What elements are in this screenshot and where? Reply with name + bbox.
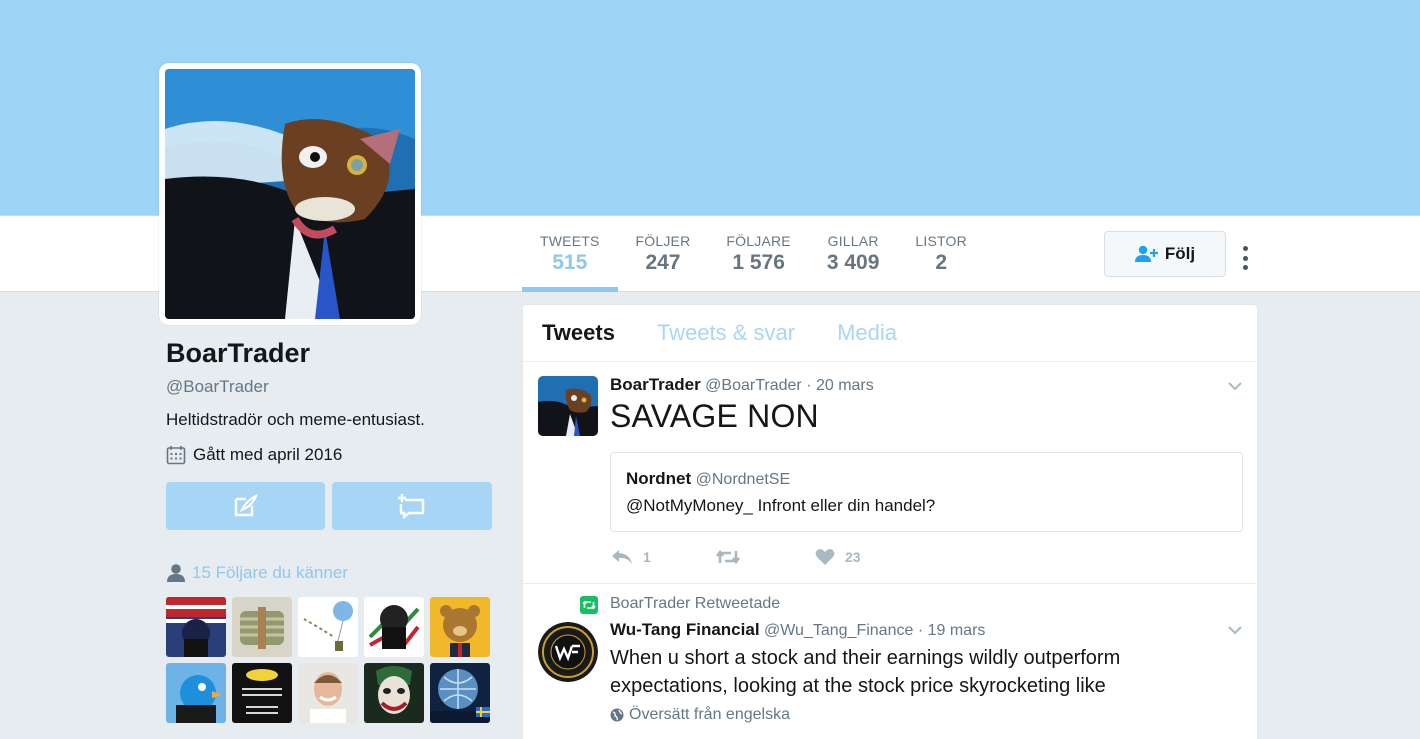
- stat-label: FÖLJARE: [726, 233, 791, 249]
- tweet-text-line: expectations, looking at the stock price…: [610, 675, 1106, 697]
- wu-tang-financial-logo: [538, 622, 598, 682]
- retweet-button[interactable]: [715, 549, 815, 565]
- follow-button[interactable]: Följ: [1104, 231, 1226, 277]
- follower-avatar[interactable]: [298, 663, 358, 723]
- tweet-item[interactable]: BoarTrader Retweetade Wu-Tang Financial …: [523, 584, 1257, 739]
- tweet-author-handle[interactable]: @BoarTrader: [705, 377, 802, 394]
- boar-avatar-thumb: [538, 376, 598, 436]
- follow-label: Följ: [1164, 244, 1196, 263]
- tweet-item[interactable]: BoarTrader @BoarTrader · 20 mars SAVAGE …: [523, 362, 1257, 584]
- stat-value: 515: [552, 251, 588, 274]
- chevron-down-icon[interactable]: [1227, 380, 1243, 392]
- profile-bio: Heltidstradör och meme-entusiast.: [166, 410, 425, 429]
- reply-icon: [612, 550, 632, 564]
- profile-name[interactable]: BoarTrader: [166, 338, 496, 369]
- joined-text: Gått med april 2016: [193, 445, 343, 464]
- tweet-author-handle[interactable]: @Wu_Tang_Finance: [764, 622, 913, 639]
- quoted-text: @NotMyMoney_ Infront eller din handel?: [626, 496, 936, 515]
- tweet-header: BoarTrader @BoarTrader · 20 mars: [610, 375, 1242, 395]
- follower-avatar[interactable]: [430, 597, 490, 657]
- tweet-body: BoarTrader @BoarTrader · 20 mars SAVAGE …: [610, 375, 1242, 435]
- tweet-actions: 1 23: [611, 548, 861, 566]
- tweet-to-button[interactable]: [166, 482, 325, 530]
- tab-tweets-replies[interactable]: Tweets & svar: [657, 320, 795, 346]
- tweet-text: SAVAGE NON: [610, 398, 819, 434]
- timeline: Tweets Tweets & svar Media BoarTrader @B…: [522, 304, 1258, 739]
- follower-avatar[interactable]: [166, 597, 226, 657]
- direct-message-icon: [398, 494, 425, 519]
- follower-avatar[interactable]: [232, 597, 292, 657]
- tweet-text-line: When u short a stock and their earnings …: [610, 647, 1121, 669]
- profile-joined: Gått med april 2016: [166, 445, 496, 465]
- tweet-text: When u short a stock and their earnings …: [610, 644, 1242, 700]
- quoted-author-name: Nordnet: [626, 469, 692, 488]
- reply-button[interactable]: 1: [611, 549, 715, 565]
- stat-value: 2: [935, 251, 947, 274]
- message-button[interactable]: [332, 482, 492, 530]
- retweet-icon: [715, 549, 741, 565]
- stat-following[interactable]: FÖLJER 247: [618, 216, 709, 292]
- add-user-icon: [1134, 245, 1158, 262]
- followers-you-know-text: 15 Följare du känner: [192, 563, 348, 582]
- stat-lists[interactable]: LISTOR 2: [897, 216, 985, 292]
- heart-icon: [815, 549, 835, 565]
- boar-avatar-image: [165, 69, 415, 319]
- profile-handle[interactable]: @BoarTrader: [166, 377, 496, 397]
- followers-grid: [166, 597, 496, 723]
- tab-tweets[interactable]: Tweets: [542, 320, 615, 346]
- tweet-author-name[interactable]: Wu-Tang Financial: [610, 620, 760, 639]
- stat-value: 247: [645, 251, 681, 274]
- tweet-avatar[interactable]: [538, 376, 598, 436]
- profile-sidebar: BoarTrader @BoarTrader Heltidstradör och…: [166, 338, 496, 723]
- quoted-header: Nordnet @NordnetSE: [626, 469, 1227, 489]
- stat-label: FÖLJER: [635, 233, 691, 249]
- translate-link[interactable]: Översätt från engelska: [610, 706, 1242, 724]
- tweet-body: Wu-Tang Financial @Wu_Tang_Finance · 19 …: [610, 620, 1242, 724]
- follower-avatar[interactable]: [166, 663, 226, 723]
- follower-avatar[interactable]: [364, 597, 424, 657]
- stat-label: LISTOR: [915, 233, 967, 249]
- user-icon: [167, 564, 185, 582]
- follower-avatar[interactable]: [364, 663, 424, 723]
- stat-likes[interactable]: GILLAR 3 409: [809, 216, 898, 292]
- compose-icon: [234, 493, 258, 517]
- tab-media[interactable]: Media: [837, 320, 897, 346]
- translate-text: Översätt från engelska: [629, 706, 790, 723]
- follower-avatar[interactable]: [430, 663, 490, 723]
- stat-value: 1 576: [732, 251, 785, 274]
- tweet-date[interactable]: · 19 mars: [918, 622, 986, 639]
- tweet-author-name[interactable]: BoarTrader: [610, 375, 701, 394]
- profile-avatar[interactable]: [159, 63, 421, 325]
- quoted-author-handle: @NordnetSE: [695, 471, 791, 488]
- chevron-down-icon[interactable]: [1227, 624, 1243, 636]
- follower-avatar[interactable]: [232, 663, 292, 723]
- profile-stats: TWEETS 515 FÖLJER 247 FÖLJARE 1 576 GILL…: [522, 216, 985, 292]
- tweet-date[interactable]: · 20 mars: [806, 377, 874, 394]
- retweeted-icon: [580, 596, 598, 614]
- stat-label: TWEETS: [540, 233, 600, 249]
- like-button[interactable]: 23: [815, 548, 861, 566]
- followers-you-know-link[interactable]: 15 Följare du känner: [166, 563, 496, 583]
- calendar-icon: [166, 446, 186, 465]
- follower-avatar[interactable]: [298, 597, 358, 657]
- stat-followers[interactable]: FÖLJARE 1 576: [708, 216, 808, 292]
- tweet-header: Wu-Tang Financial @Wu_Tang_Finance · 19 …: [610, 620, 1242, 640]
- profile-actions: [166, 482, 496, 530]
- like-count: 23: [845, 549, 861, 565]
- stat-label: GILLAR: [827, 233, 879, 249]
- stat-tweets[interactable]: TWEETS 515: [522, 216, 618, 292]
- reply-count: 1: [643, 549, 651, 565]
- timeline-tabs: Tweets Tweets & svar Media: [523, 305, 1257, 362]
- quoted-tweet[interactable]: Nordnet @NordnetSE @NotMyMoney_ Infront …: [610, 452, 1243, 532]
- tweet-avatar[interactable]: [538, 622, 598, 682]
- retweeted-by[interactable]: BoarTrader Retweetade: [610, 595, 780, 613]
- more-options-icon[interactable]: [1238, 244, 1252, 272]
- globe-icon: [610, 708, 624, 722]
- stat-value: 3 409: [826, 251, 880, 274]
